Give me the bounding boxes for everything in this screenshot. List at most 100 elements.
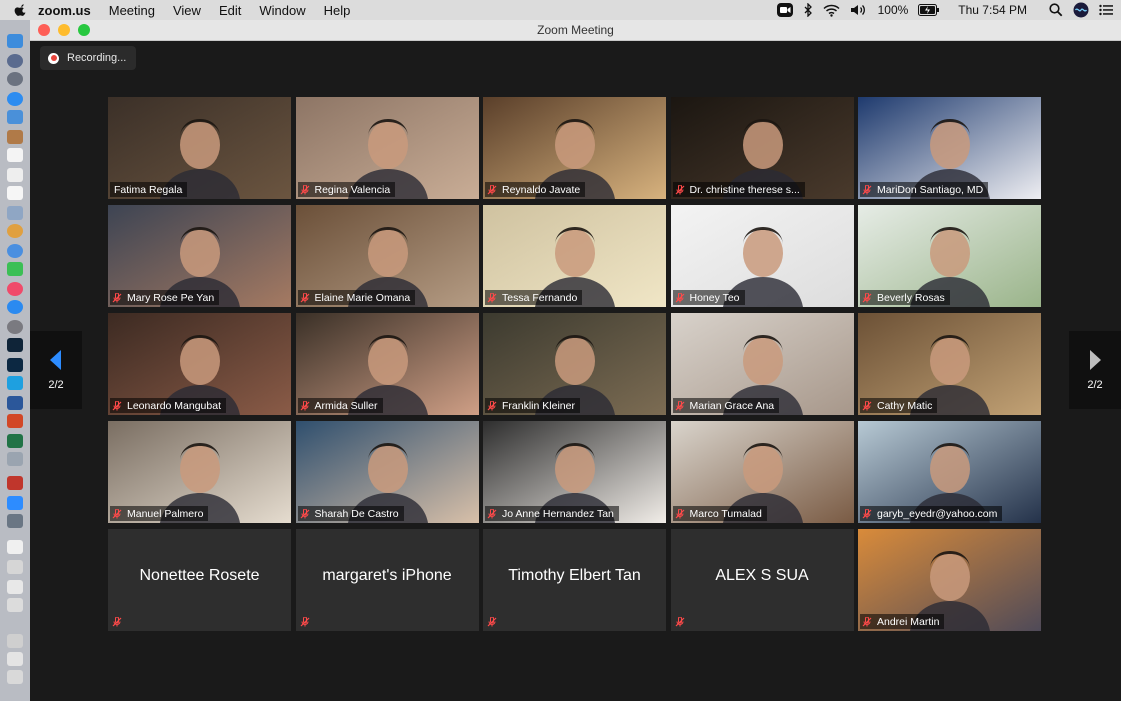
participant-tile[interactable]: Jo Anne Hernandez Tan [483,421,666,523]
menu-window[interactable]: Window [259,3,305,18]
participant-tile[interactable]: Armida Suller [295,313,479,415]
rocket-icon[interactable] [7,72,23,86]
app-store-icon[interactable] [7,300,23,314]
participant-tile[interactable]: Sharah De Castro [295,421,479,523]
document-icon[interactable] [7,168,23,182]
photoshop-icon[interactable] [7,358,23,372]
participant-tile[interactable]: Elaine Marie Omana [295,205,479,307]
participant-tile[interactable]: Mary Rose Pe Yan [108,205,291,307]
participant-tile[interactable]: Honey Teo [670,205,854,307]
recording-indicator[interactable]: Recording... [40,46,137,70]
bluetooth-icon[interactable] [803,3,813,17]
music-icon[interactable] [7,282,23,296]
participant-name: garyb_eyedr@yahoo.com [877,507,998,520]
screenshot-icon[interactable] [7,598,23,612]
box-icon[interactable] [7,452,23,466]
page-count-right: 2/2 [1087,379,1103,391]
participant-tile[interactable]: garyb_eyedr@yahoo.com [858,421,1041,523]
messages-icon[interactable] [7,244,23,258]
zoom-status-icon[interactable] [776,3,793,17]
participant-tile[interactable]: Marco Tumalad [670,421,854,523]
participant-nameplate: Reynaldo Javate [485,182,586,197]
participant-tile[interactable]: Manuel Palmero [108,421,291,523]
participant-name: Reynaldo Javate [502,183,581,196]
participant-nameplate: Armida Suller [297,398,383,413]
menu-edit[interactable]: Edit [219,3,241,18]
participant-name: Leonardo Mangubat [127,399,221,412]
participant-nameplate [298,614,320,629]
participant-display-name: margaret's iPhone [322,567,452,584]
volume-icon[interactable] [850,3,868,17]
next-page-button[interactable]: 2/2 [1069,331,1121,409]
participant-tile[interactable]: MariDon Santiago, MD [858,97,1041,199]
notification-center-icon[interactable] [1099,4,1113,16]
status-area: 100% Thu 7:54 PM [776,0,1113,20]
participant-nameplate: Cathy Matic [860,398,938,413]
search-icon[interactable] [1049,3,1063,17]
apple-icon[interactable] [14,3,28,17]
participant-nameplate: Beverly Rosas [860,290,950,305]
participant-tile[interactable]: Tessa Fernando [483,205,666,307]
window-icon[interactable] [7,580,23,594]
participant-tile[interactable]: Timothy Elbert Tan [483,529,666,631]
muted-microphone-icon [862,616,872,627]
preview-icon[interactable] [7,206,23,220]
participant-tile[interactable]: Marian Grace Ana [670,313,854,415]
close-window-button[interactable] [38,24,50,36]
file-icon[interactable] [7,186,23,200]
menu-help[interactable]: Help [324,3,351,18]
participant-tile[interactable]: Beverly Rosas [858,205,1041,307]
menu-view[interactable]: View [173,3,201,18]
battery-icon[interactable] [918,4,940,16]
participant-nameplate: garyb_eyedr@yahoo.com [860,506,1003,521]
participant-tile[interactable]: Franklin Kleiner [483,313,666,415]
launchpad-icon[interactable] [7,54,23,68]
participant-tile[interactable]: Reynaldo Javate [483,97,666,199]
siri-icon[interactable] [1073,2,1089,18]
participant-tile[interactable]: Nonettee Rosete [108,529,291,631]
participant-tile[interactable]: Regina Valencia [295,97,479,199]
photos-icon[interactable] [7,224,23,238]
drive-icon[interactable] [7,514,23,528]
powerpoint-icon[interactable] [7,414,23,428]
participant-tile[interactable]: Fatima Regala [108,97,291,199]
participant-tile[interactable]: Leonardo Mangubat [108,313,291,415]
lightroom-icon[interactable] [7,338,23,352]
participant-nameplate: Andrei Martin [860,614,945,629]
scanner-icon[interactable] [7,634,23,648]
participant-tile[interactable]: ALEX S SUA [670,529,854,631]
safari-icon[interactable] [7,92,23,106]
calendar-icon[interactable] [7,148,23,162]
previous-page-button[interactable]: 2/2 [30,331,82,409]
participant-tile[interactable]: Andrei Martin [858,529,1041,631]
maximize-window-button[interactable] [78,24,90,36]
menu-meeting[interactable]: Meeting [109,3,155,18]
minimize-window-button[interactable] [58,24,70,36]
app-menu-zoom[interactable]: zoom.us [38,3,91,18]
system-preferences-icon[interactable] [7,320,23,334]
facetime-icon[interactable] [7,262,23,276]
muted-microphone-icon [487,616,497,627]
excel-icon[interactable] [7,434,23,448]
keyboard-icon[interactable] [7,652,23,666]
participant-tile[interactable]: Dr. christine therese s... [670,97,854,199]
word-icon[interactable] [7,396,23,410]
notes-app-icon[interactable] [7,130,23,144]
acrobat-icon[interactable] [7,476,23,490]
participant-nameplate: Regina Valencia [297,182,396,197]
page-icon[interactable] [7,540,23,554]
participant-name: Mary Rose Pe Yan [127,291,215,304]
finder-icon[interactable] [7,34,23,48]
participant-nameplate: Marian Grace Ana [672,398,780,413]
window-title: Zoom Meeting [537,23,614,37]
participant-tile[interactable]: Cathy Matic [858,313,1041,415]
muted-microphone-icon [300,292,310,303]
wifi-icon[interactable] [823,4,840,17]
skype-icon[interactable] [7,376,23,390]
menubar-clock[interactable]: Thu 7:54 PM [958,3,1027,17]
zoom-dock-icon[interactable] [7,496,23,510]
trash-icon[interactable] [7,670,23,684]
participant-tile[interactable]: margaret's iPhone [295,529,479,631]
mail-icon[interactable] [7,110,23,124]
printer-icon[interactable] [7,560,23,574]
